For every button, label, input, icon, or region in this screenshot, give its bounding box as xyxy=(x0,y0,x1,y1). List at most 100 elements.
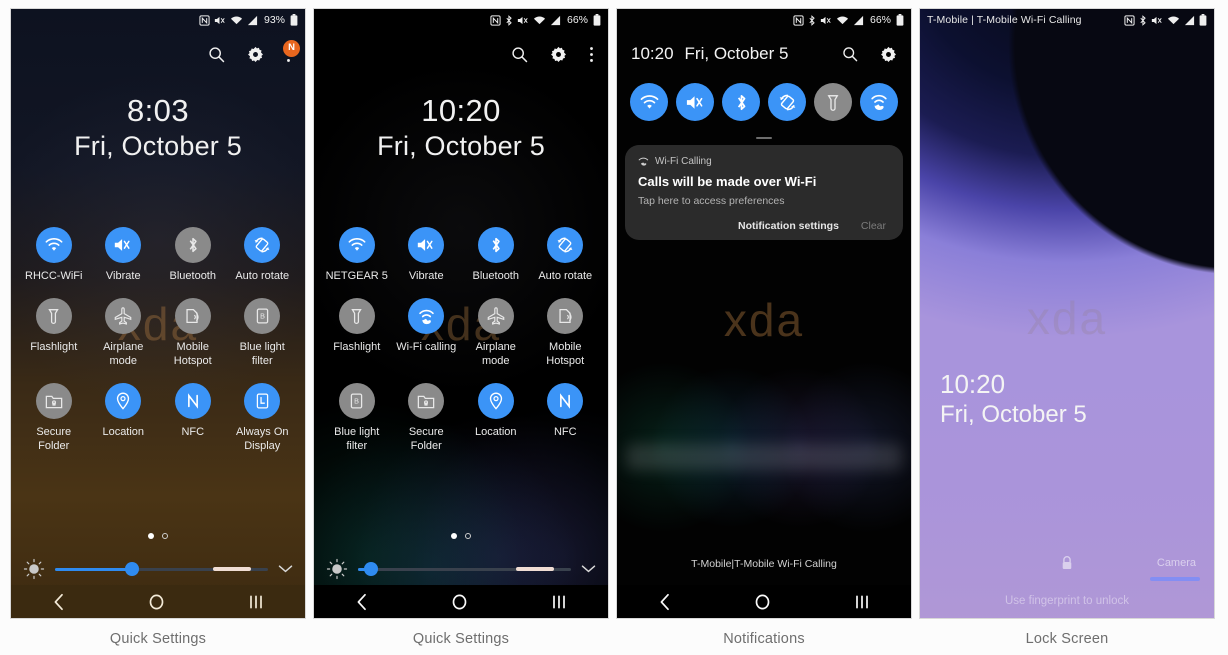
tile-label: Blue light filter xyxy=(334,426,380,452)
page-dot[interactable] xyxy=(162,533,168,539)
phone-screen-1[interactable]: xda 93% N 8:03 Fri, October 5 RHCC-WiFi … xyxy=(10,8,306,619)
auto-rotate-icon[interactable] xyxy=(768,83,806,121)
flashlight-icon[interactable] xyxy=(814,83,852,121)
tile-airplane-mode[interactable]: Airplane mode xyxy=(89,298,159,368)
carrier-footer: T-Mobile|T-Mobile Wi-Fi Calling xyxy=(691,558,837,570)
tile-auto-rotate[interactable]: Auto rotate xyxy=(228,227,298,283)
tile-flashlight[interactable]: Flashlight xyxy=(322,298,392,368)
tile-label: Mobile Hotspot xyxy=(546,341,585,367)
page-dot-active[interactable] xyxy=(148,533,154,539)
tile-bluetooth[interactable]: Bluetooth xyxy=(158,227,228,283)
tile-secure-folder[interactable]: Secure Folder xyxy=(19,383,89,453)
gear-icon[interactable] xyxy=(550,46,567,63)
notification-card[interactable]: Wi-Fi Calling Calls will be made over Wi… xyxy=(625,145,903,240)
mute-icon xyxy=(820,15,832,26)
panel-quick-settings-2: xda 66% 10:20 Fri, October 5 NETGEAR 5 V… xyxy=(313,8,609,647)
tile-label: Vibrate xyxy=(408,270,444,282)
panel-caption: Notifications xyxy=(723,631,805,647)
flashlight-icon xyxy=(338,298,375,335)
tile-flashlight[interactable]: Flashlight xyxy=(19,298,89,368)
brightness-slider[interactable] xyxy=(55,562,268,576)
search-icon[interactable] xyxy=(842,46,858,62)
tile-vibrate[interactable]: Vibrate xyxy=(89,227,159,283)
back-icon[interactable] xyxy=(659,593,671,611)
tile-location[interactable]: Location xyxy=(461,383,531,453)
mute-icon xyxy=(214,15,226,26)
tile-blue-light-filter[interactable]: B Blue light filter xyxy=(322,383,392,453)
recents-icon[interactable] xyxy=(855,594,869,610)
gear-icon[interactable] xyxy=(247,46,264,63)
phone-screen-3[interactable]: xda 66% 10:20 Fri, October 5 Wi-Fi Calli… xyxy=(616,8,912,619)
tile-grid-1: RHCC-WiFi Vibrate Bluetooth Auto rotate … xyxy=(11,227,305,453)
tile-label: Mobile Hotspot xyxy=(173,341,212,367)
bluetooth-icon[interactable] xyxy=(722,83,760,121)
camera-shortcut-label[interactable]: Camera xyxy=(1157,557,1196,569)
home-icon[interactable] xyxy=(148,593,165,611)
auto-rotate-icon xyxy=(547,227,584,263)
home-icon[interactable] xyxy=(754,593,771,611)
nfc-icon xyxy=(547,383,584,420)
nfc-icon xyxy=(490,14,501,26)
notification-settings-button[interactable]: Notification settings xyxy=(738,220,839,232)
tile-mobile-hotspot[interactable]: Mobile Hotspot xyxy=(158,298,228,368)
home-icon[interactable] xyxy=(451,593,468,611)
back-icon[interactable] xyxy=(356,593,368,611)
tile-bluetooth[interactable]: Bluetooth xyxy=(461,227,531,283)
panel-caption: Quick Settings xyxy=(412,631,510,647)
notification-badge: N xyxy=(283,39,300,57)
page-indicator-1 xyxy=(11,533,305,539)
tile-label: Auto rotate xyxy=(538,270,593,282)
camera-shortcut-bar[interactable] xyxy=(1150,577,1200,581)
back-icon[interactable] xyxy=(53,593,65,611)
phone-screen-2[interactable]: xda 66% 10:20 Fri, October 5 NETGEAR 5 V… xyxy=(313,8,609,619)
clock-time: 8:03 xyxy=(127,93,189,128)
notification-panel-header: 10:20 Fri, October 5 xyxy=(617,37,911,71)
header-clock: 10:20 Fri, October 5 xyxy=(631,44,788,64)
search-icon[interactable] xyxy=(511,46,528,63)
phone-screen-4[interactable]: xda T-Mobile | T-Mobile Wi-Fi Calling 10… xyxy=(919,8,1215,619)
clock-block-1: 8:03 Fri, October 5 xyxy=(11,93,305,162)
panel-caption: Lock Screen xyxy=(1025,631,1109,647)
recents-icon[interactable] xyxy=(552,594,566,610)
overflow-menu-icon[interactable]: N xyxy=(283,39,300,63)
page-dot[interactable] xyxy=(465,533,471,539)
tile-nfc[interactable]: NFC xyxy=(158,383,228,453)
search-icon[interactable] xyxy=(208,46,225,63)
tile-airplane-mode[interactable]: Airplane mode xyxy=(461,298,531,368)
brightness-slider[interactable] xyxy=(358,562,571,576)
wifi-calling-icon[interactable] xyxy=(860,83,898,121)
tile-vibrate[interactable]: Vibrate xyxy=(392,227,462,283)
tile-nfc[interactable]: NFC xyxy=(531,383,601,453)
tile-location[interactable]: Location xyxy=(89,383,159,453)
tile-netgear-wifi[interactable]: NETGEAR 5 xyxy=(322,227,392,283)
auto-rotate-icon xyxy=(244,227,281,263)
nfc-icon xyxy=(1124,14,1135,26)
overflow-menu-icon[interactable] xyxy=(589,46,594,63)
tile-wifi-calling[interactable]: Wi-Fi calling xyxy=(392,298,462,368)
page-dot-active[interactable] xyxy=(451,533,457,539)
tile-label: Bluetooth xyxy=(169,270,216,282)
clear-button[interactable]: Clear xyxy=(861,220,886,232)
xda-watermark: xda xyxy=(1026,292,1108,344)
tile-secure-folder[interactable]: Secure Folder xyxy=(392,383,462,453)
panel-handle[interactable] xyxy=(756,137,772,139)
svg-text:B: B xyxy=(354,397,359,406)
status-bar-2: 66% xyxy=(314,9,608,31)
aod-icon xyxy=(244,383,281,420)
chevron-down-icon[interactable] xyxy=(581,564,596,574)
recents-icon[interactable] xyxy=(249,594,263,610)
battery-percent-label: 66% xyxy=(566,14,588,26)
nfc-icon xyxy=(174,383,211,420)
tile-blue-light-filter[interactable]: B Blue light filter xyxy=(228,298,298,368)
tile-rhcc-wifi[interactable]: RHCC-WiFi xyxy=(19,227,89,283)
lock-time: 10:20 xyxy=(940,369,1006,399)
tile-label: Flashlight xyxy=(30,341,78,354)
chevron-down-icon[interactable] xyxy=(278,564,293,574)
tile-auto-rotate[interactable]: Auto rotate xyxy=(531,227,601,283)
gear-icon[interactable] xyxy=(880,46,897,63)
tile-mobile-hotspot[interactable]: Mobile Hotspot xyxy=(531,298,601,368)
vibrate-icon[interactable] xyxy=(676,83,714,121)
tile-always-on-display[interactable]: Always On Display xyxy=(228,383,298,453)
wifi-calling-icon xyxy=(408,298,445,335)
wifi-icon[interactable] xyxy=(630,83,668,121)
